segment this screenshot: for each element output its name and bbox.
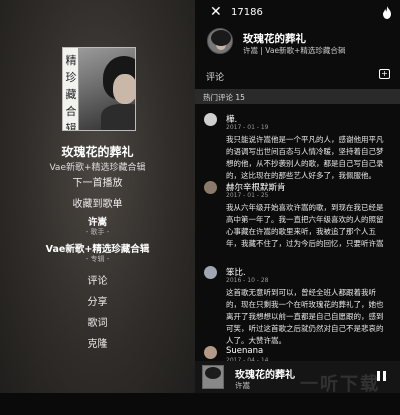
menu-add-to-playlist[interactable]: 收藏到歌单 (0, 195, 195, 210)
cover-char: 精 (65, 54, 77, 67)
cover-text: 精 珍 藏 合 辑 (64, 52, 78, 131)
comment-text: 我从六年级开始喜欢许嵩的歌，到现在我已经是高中第一年了。我一直把六年级喜欢的人的… (226, 203, 384, 248)
user-avatar[interactable] (204, 266, 217, 279)
artist-role-label: - 歌手 - (85, 228, 110, 236)
cover-figure-face (113, 74, 135, 104)
comment-date: 2017 - 01 - 25 (226, 192, 269, 199)
cover-char: 珍 (65, 71, 77, 84)
bottom-bar (0, 393, 400, 415)
comment-count: 17186 (231, 7, 263, 18)
player-title: 玫瑰花的葬礼 (235, 370, 295, 381)
player-artist: 许嵩 (235, 381, 250, 390)
menu-clone[interactable]: 克隆 (0, 335, 195, 350)
menu-comment[interactable]: 评论 (0, 272, 195, 287)
user-avatar[interactable] (204, 346, 217, 359)
cover-char: 合 (65, 105, 77, 118)
menu-album[interactable]: Vae新歌+精选珍藏合辑 (0, 241, 195, 255)
comment-date: 2016 - 10 - 28 (226, 277, 269, 284)
write-comment-icon[interactable]: + (379, 69, 390, 79)
comments-topbar: ✕ 17186 (195, 0, 400, 26)
menu-artist[interactable]: 许嵩 (0, 214, 195, 228)
comments-panel: ✕ 17186 玫瑰花的葬礼 许嵩 | Vae新歌+精选珍藏合辑 评论 + 热门… (195, 0, 400, 415)
album-role-label: - 专辑 - (85, 255, 110, 263)
album-cover: 精 珍 藏 合 辑 (62, 47, 136, 131)
close-icon[interactable]: ✕ (210, 4, 222, 20)
comment-header: 评论 + (195, 64, 400, 86)
menu-play-next[interactable]: 下一首播放 (0, 174, 195, 189)
user-avatar[interactable] (204, 181, 217, 194)
song-avatar (207, 28, 233, 54)
site-watermark: 一听下载 (300, 374, 380, 395)
song-info-row[interactable]: 玫瑰花的葬礼 许嵩 | Vae新歌+精选珍藏合辑 (195, 28, 400, 62)
cover-char: 辑 (65, 122, 77, 131)
song-subtitle: 许嵩 | Vae新歌+精选珍藏合辑 (243, 46, 346, 55)
cover-char: 藏 (65, 88, 77, 101)
hot-comments-header: 热门评论 15 (195, 89, 400, 104)
song-title-right: 玫瑰花的葬礼 (243, 33, 306, 45)
hot-comments-label: 热门评论 15 (203, 93, 245, 102)
thumbnail-hair (205, 367, 221, 379)
comment-text: 这首歌无意听到可以，曾经全班人都跟着我听的，现在只剩我一个在听玫瑰花的葬礼了，她… (226, 288, 384, 345)
menu-share[interactable]: 分享 (0, 293, 195, 308)
album-subtitle: Vae新歌+精选珍藏合辑 (49, 163, 146, 173)
menu-lyrics[interactable]: 歌词 (0, 314, 195, 329)
comment-date: 2017 - 01 - 19 (226, 124, 269, 131)
cover-photo (79, 48, 135, 130)
comment-label: 评论 (206, 73, 225, 83)
hot-icon[interactable] (382, 6, 392, 19)
user-avatar[interactable] (204, 113, 217, 126)
cover-figure-body (101, 104, 135, 130)
comment-text: 我只能说许嵩他是一个平凡的人，感谢他用平凡的语调写出世间百态与人情冷暖，坚持着自… (226, 135, 384, 180)
comment-user[interactable]: Suenana (226, 346, 263, 356)
cover-text-strip: 精 珍 藏 合 辑 (63, 48, 79, 131)
player-thumbnail (202, 365, 224, 389)
avatar-hair (211, 30, 231, 46)
song-menu-panel: 精 珍 藏 合 辑 玫瑰花的葬礼 Vae新歌+精选珍藏合辑 下一首播放 收藏到歌… (0, 0, 195, 415)
song-title: 玫瑰花的葬礼 (61, 145, 134, 159)
